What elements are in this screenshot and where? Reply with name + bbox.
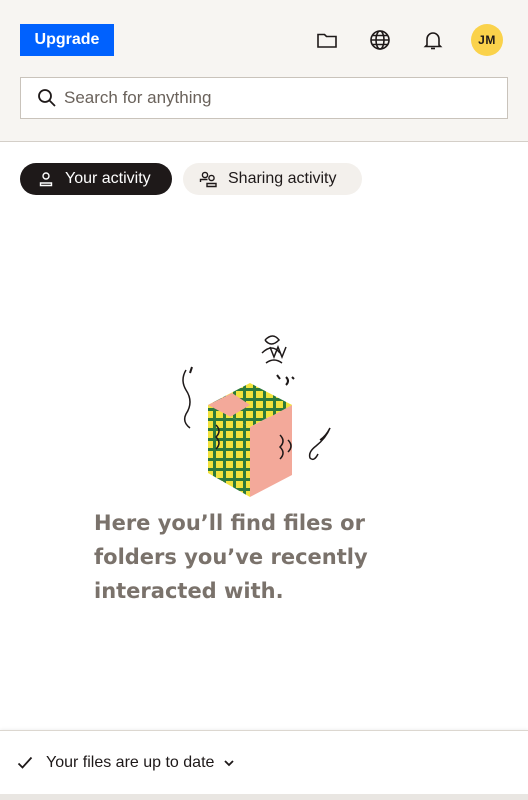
search-bar[interactable] [20,77,508,119]
empty-state-illustration [170,325,360,505]
empty-state-message: Here you’ll find files or folders you’ve… [94,511,368,603]
tab-sharing-activity[interactable]: Sharing activity [183,163,362,195]
top-header: Upgrade JM [0,0,528,142]
bell-icon[interactable] [419,26,447,54]
chevron-down-icon[interactable] [222,756,236,770]
person-icon [36,169,56,189]
globe-icon[interactable] [366,26,394,54]
search-input[interactable] [64,78,507,118]
sync-status-text: Your files are up to date [46,753,215,771]
people-icon [199,169,219,189]
avatar[interactable]: JM [471,24,503,56]
tab-your-activity[interactable]: Your activity [20,163,172,195]
sync-status-bar[interactable]: Your files are up to date [0,730,528,794]
folder-icon[interactable] [313,26,341,54]
tab-label: Sharing activity [228,170,337,187]
search-icon [36,87,58,109]
bottom-divider [0,794,528,800]
tab-label: Your activity [65,170,151,187]
check-icon [15,753,35,773]
upgrade-button[interactable]: Upgrade [20,24,114,56]
